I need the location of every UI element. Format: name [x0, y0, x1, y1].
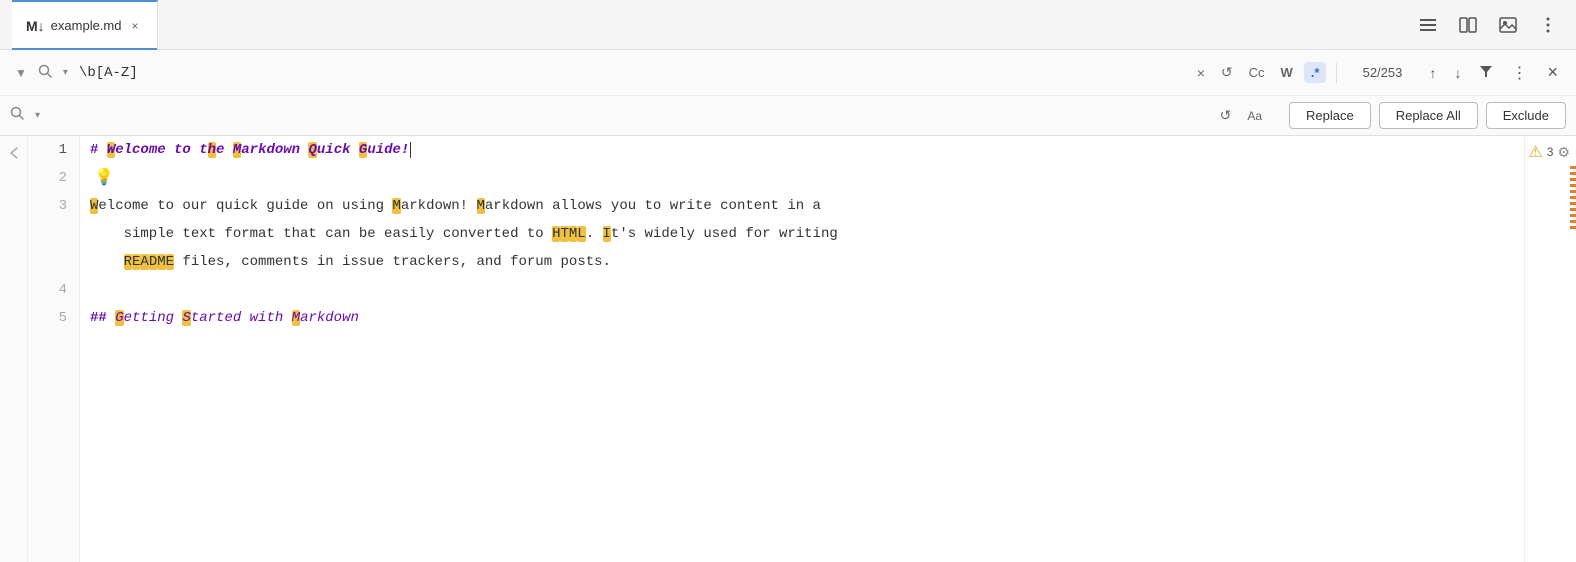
whole-word-button[interactable]: W	[1276, 62, 1298, 83]
tab-close-button[interactable]: ×	[127, 17, 142, 35]
code-line-3b: simple text format that can be easily co…	[90, 220, 1514, 248]
regex-button[interactable]: .*	[1304, 62, 1327, 83]
line-3c-content: README files, comments in issue trackers…	[90, 248, 611, 276]
tab-active-underline	[12, 48, 157, 50]
image-icon	[1498, 15, 1518, 35]
line-number-2: 2	[28, 164, 79, 192]
code-line-3a: Welcome to our quick guide on using Mark…	[90, 192, 1514, 220]
layout-icon	[1418, 15, 1438, 35]
line-number-3b	[28, 220, 79, 248]
line-3a-content: Welcome to our quick guide on using Mark…	[90, 192, 821, 220]
previous-match-button[interactable]: ↑	[1423, 61, 1442, 85]
next-match-button[interactable]: ↓	[1448, 61, 1467, 85]
lightbulb-icon: 💡	[94, 164, 114, 192]
code-line-3c: README files, comments in issue trackers…	[90, 248, 1514, 276]
h1-content: Welcome to the Markdown Quick Guide!	[107, 136, 410, 164]
find-type-dropdown[interactable]: ▾	[58, 64, 73, 81]
line-number-4: 4	[28, 276, 79, 304]
line-number-3c	[28, 248, 79, 276]
code-line-1: # Welcome to the Markdown Quick Guide!	[90, 136, 1514, 164]
tab-bar: M↓ example.md ×	[0, 0, 1576, 50]
replace-all-button[interactable]: Replace All	[1379, 102, 1478, 129]
hl-h: h	[208, 142, 216, 158]
line-number-3a: 3	[28, 192, 79, 220]
line-number-5: 5	[28, 304, 79, 332]
hl-M1: M	[233, 142, 241, 158]
split-view-button[interactable]	[1452, 9, 1484, 41]
replace-button[interactable]: Replace	[1289, 102, 1371, 129]
text-cursor	[410, 142, 411, 158]
h2-content: Getting Started with Markdown	[115, 304, 359, 332]
replace-type-dropdown[interactable]: ▾	[30, 107, 45, 124]
code-line-2: 💡	[90, 164, 1514, 192]
close-search-button[interactable]: ×	[1539, 58, 1566, 87]
tab-bar-right	[1412, 9, 1564, 41]
search-divider	[1336, 63, 1337, 83]
split-icon	[1458, 15, 1478, 35]
replace-input[interactable]	[51, 108, 1209, 124]
replace-search-icon	[10, 106, 24, 125]
tab-label: example.md	[51, 18, 122, 33]
tab-example-md[interactable]: M↓ example.md ×	[12, 0, 158, 50]
markdown-icon: M↓	[26, 18, 45, 34]
scroll-marks	[1570, 166, 1576, 232]
search-replace-row: ▾ ↺ Aa Replace Replace All Exclude	[0, 96, 1576, 135]
h1-hash: #	[90, 136, 107, 164]
h2-hash: ##	[90, 304, 115, 332]
line-3b-content: simple text format that can be easily co…	[90, 220, 838, 248]
match-count: 52/253	[1347, 65, 1417, 80]
replace-case-button[interactable]: Aa	[1242, 106, 1267, 126]
editor-main: 1 2 3 4 5 # Welcome to the Markdown Quic…	[28, 136, 1576, 562]
filter-button[interactable]	[1473, 60, 1499, 85]
hl-W1: W	[107, 142, 115, 158]
search-find-row: ▼ ▾ × ↺ Cc W .* 52/253 ↑ ↓ ⋮ ×	[0, 50, 1576, 96]
line-numbers: 1 2 3 4 5	[28, 136, 80, 562]
find-search-icon	[38, 64, 52, 81]
search-more-button[interactable]: ⋮	[1505, 59, 1533, 87]
warning-count: 3	[1547, 145, 1554, 159]
find-clear-button[interactable]: ×	[1192, 62, 1210, 84]
right-gutter: ⚠ 3 ⚙	[1524, 136, 1576, 562]
search-collapse-toggle[interactable]: ▼	[10, 63, 32, 83]
replace-history-button[interactable]: ↺	[1215, 104, 1237, 127]
gutter-settings-button[interactable]: ⚙	[1557, 144, 1570, 161]
hl-G: G	[359, 142, 367, 158]
gutter-header: ⚠ 3 ⚙	[1525, 136, 1576, 162]
code-line-5: ## Getting Started with Markdown	[90, 304, 1514, 332]
warning-icon: ⚠	[1528, 142, 1542, 162]
editor-container: 1 2 3 4 5 # Welcome to the Markdown Quic…	[0, 136, 1576, 562]
image-view-button[interactable]	[1492, 9, 1524, 41]
code-area[interactable]: # Welcome to the Markdown Quick Guide! 💡…	[80, 136, 1524, 562]
exclude-button[interactable]: Exclude	[1486, 102, 1566, 129]
more-icon	[1538, 15, 1558, 35]
line-number-1: 1	[28, 136, 79, 164]
case-sensitive-button[interactable]: Cc	[1244, 62, 1270, 83]
sidebar-collapse-button[interactable]	[0, 136, 28, 562]
find-input[interactable]	[79, 65, 1186, 81]
search-area: ▼ ▾ × ↺ Cc W .* 52/253 ↑ ↓ ⋮ ×	[0, 50, 1576, 136]
find-history-button[interactable]: ↺	[1216, 61, 1238, 84]
code-line-4	[90, 276, 1514, 304]
replace-action-buttons: Replace Replace All Exclude	[1289, 102, 1566, 129]
hl-Q: Q	[308, 142, 316, 158]
more-options-button[interactable]	[1532, 9, 1564, 41]
tab-bar-left: M↓ example.md ×	[12, 0, 158, 50]
layout-button[interactable]	[1412, 9, 1444, 41]
